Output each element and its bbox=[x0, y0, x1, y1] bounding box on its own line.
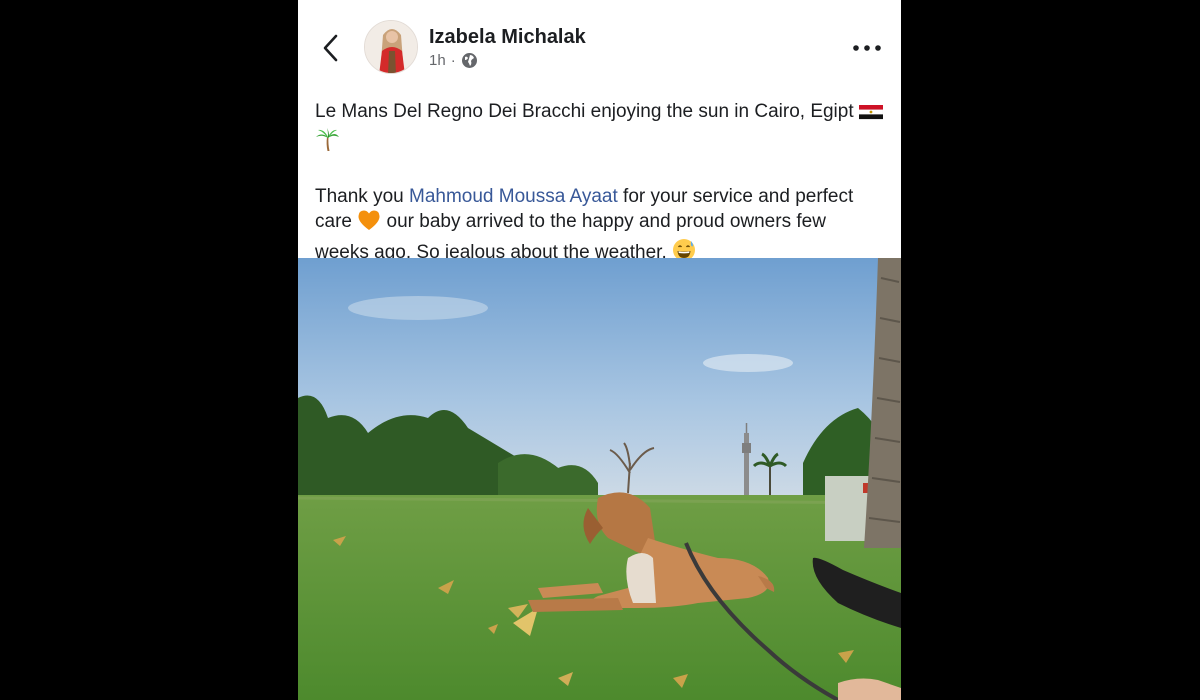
caption-paragraph-2: Thank you Mahmoud Moussa Ayaat for your … bbox=[315, 184, 885, 269]
caption-line-1: Le Mans Del Regno Dei Bracchi enjoying t… bbox=[315, 101, 854, 122]
avatar-image bbox=[365, 21, 417, 73]
back-button[interactable] bbox=[316, 30, 346, 66]
more-options-button[interactable] bbox=[850, 38, 884, 58]
post-caption: Le Mans Del Regno Dei Bracchi enjoying t… bbox=[315, 99, 885, 269]
post-time[interactable]: 1h bbox=[429, 52, 446, 69]
caption-paragraph-1: Le Mans Del Regno Dei Bracchi enjoying t… bbox=[315, 99, 885, 159]
orange-heart-icon bbox=[357, 209, 381, 238]
avatar[interactable] bbox=[364, 20, 418, 74]
meta-separator: · bbox=[450, 52, 456, 69]
post-header: Izabela Michalak 1h · bbox=[298, 0, 901, 90]
caption-p2-after: our baby arrived to the happy and proud … bbox=[315, 211, 826, 263]
post-card: Izabela Michalak 1h · Le Mans Del Regno … bbox=[298, 0, 901, 700]
author-name[interactable]: Izabela Michalak bbox=[429, 26, 586, 49]
egypt-flag-icon bbox=[858, 103, 884, 128]
caption-p2-before: Thank you bbox=[315, 186, 409, 207]
globe-icon bbox=[461, 52, 478, 69]
post-photo[interactable] bbox=[298, 258, 901, 700]
more-options-icon bbox=[853, 45, 881, 51]
mention-link[interactable]: Mahmoud Moussa Ayaat bbox=[409, 186, 618, 207]
palm-tree-icon bbox=[315, 128, 339, 159]
post-meta: 1h · bbox=[429, 52, 478, 69]
back-chevron-icon bbox=[323, 34, 338, 62]
photo-image bbox=[298, 258, 901, 700]
